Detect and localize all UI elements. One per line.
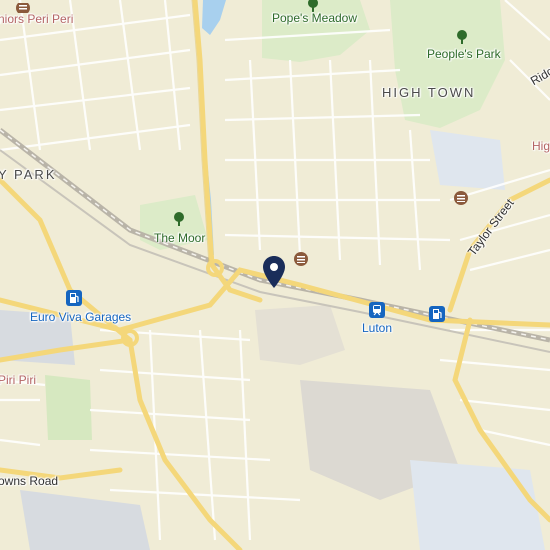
label-downs-road: owns Road	[0, 474, 59, 488]
label-park-district: Y PARK	[0, 167, 57, 182]
label-peoples-park[interactable]: People's Park	[427, 47, 501, 61]
label-high-town: HIGH TOWN	[382, 85, 476, 100]
park-peoples-park	[390, 0, 505, 128]
burger-icon[interactable]	[294, 252, 308, 271]
tree-icon	[172, 212, 186, 231]
label-restaurant-left[interactable]: Piri Piri	[0, 373, 36, 387]
label-the-moor[interactable]: The Moor	[154, 231, 205, 245]
label-place-high: High	[532, 139, 550, 153]
label-popes-meadow[interactable]: Pope's Meadow	[272, 11, 357, 25]
location-pin-icon[interactable]	[262, 255, 286, 289]
fuel-pump-icon[interactable]	[66, 290, 82, 311]
hospital-area	[410, 460, 545, 550]
label-luton-station[interactable]: Luton	[362, 321, 392, 335]
burger-icon[interactable]	[454, 191, 468, 210]
map-view[interactable]: niors Peri Peri Pope's Meadow People's P…	[0, 0, 550, 550]
fuel-pump-icon[interactable]	[429, 306, 445, 327]
train-station-icon[interactable]	[369, 302, 385, 323]
town-centre-area	[255, 305, 345, 365]
label-restaurant-top[interactable]: niors Peri Peri	[0, 12, 73, 26]
reservoir	[202, 0, 226, 35]
label-euro-viva-garages[interactable]: Euro Viva Garages	[30, 310, 131, 324]
blue-area-top	[430, 130, 505, 190]
grey-area-bottom	[20, 490, 150, 550]
park-sports-ground	[45, 375, 92, 440]
